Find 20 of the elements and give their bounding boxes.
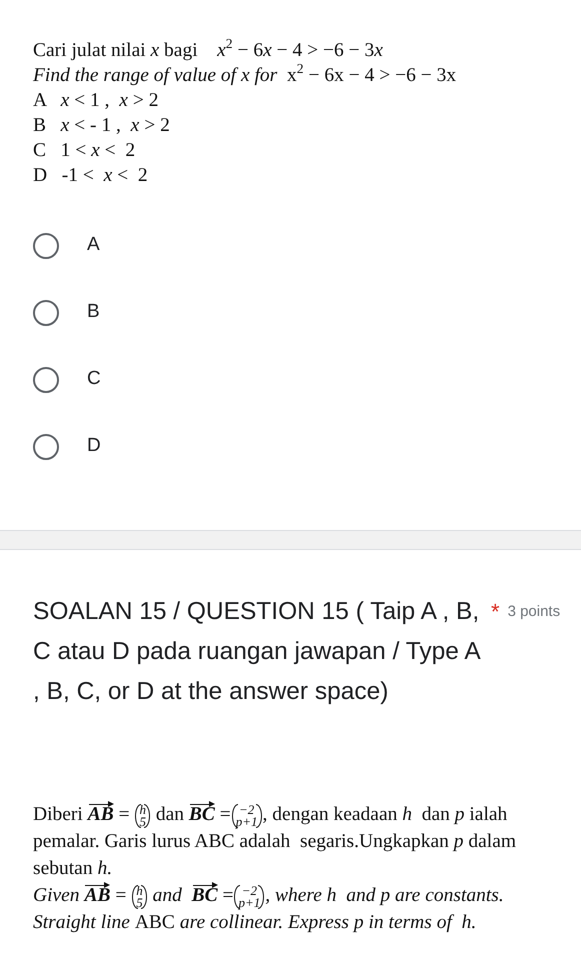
question-text: D -1 < x < 2: [33, 164, 149, 188]
option-label[interactable]: B: [87, 298, 100, 327]
option-label[interactable]: C: [87, 365, 101, 394]
radio-button[interactable]: [33, 434, 59, 460]
question-text: pemalar. Garis lurus ABC adalah segaris.Ungkapkan p dalam: [33, 830, 518, 854]
points-label: 3 points: [508, 602, 560, 622]
question-text: A x < 1 , x > 2: [33, 89, 160, 113]
question-text: C 1 < x < 2: [33, 139, 136, 163]
question-text: B x < - 1 , x > 2: [33, 114, 171, 138]
option-label[interactable]: A: [87, 231, 100, 260]
question-text: Cari julat nilai x bagi x$^{2}$ − 6x − 4 > −6 − 3x: [33, 38, 384, 63]
required-mark: *: [491, 598, 500, 626]
question-title: SOALAN 15 / QUESTION 15 ( Taip A , B, C atau D pada ruangan jawapan / Type A , B, C, or D at the answer space): [33, 597, 481, 707]
radio-button[interactable]: [33, 300, 59, 326]
question-text: Straight line ABC are collinear. Express p in terms of h.: [33, 911, 478, 935]
radio-button[interactable]: [33, 232, 59, 258]
option-label[interactable]: D: [87, 432, 101, 461]
radio-button[interactable]: [33, 366, 59, 392]
question-text: sebutan h.: [33, 857, 114, 881]
question-text: Find the range of value of x for x$^{2}$ − 6x − 4 > −6 − 3x: [33, 63, 458, 88]
